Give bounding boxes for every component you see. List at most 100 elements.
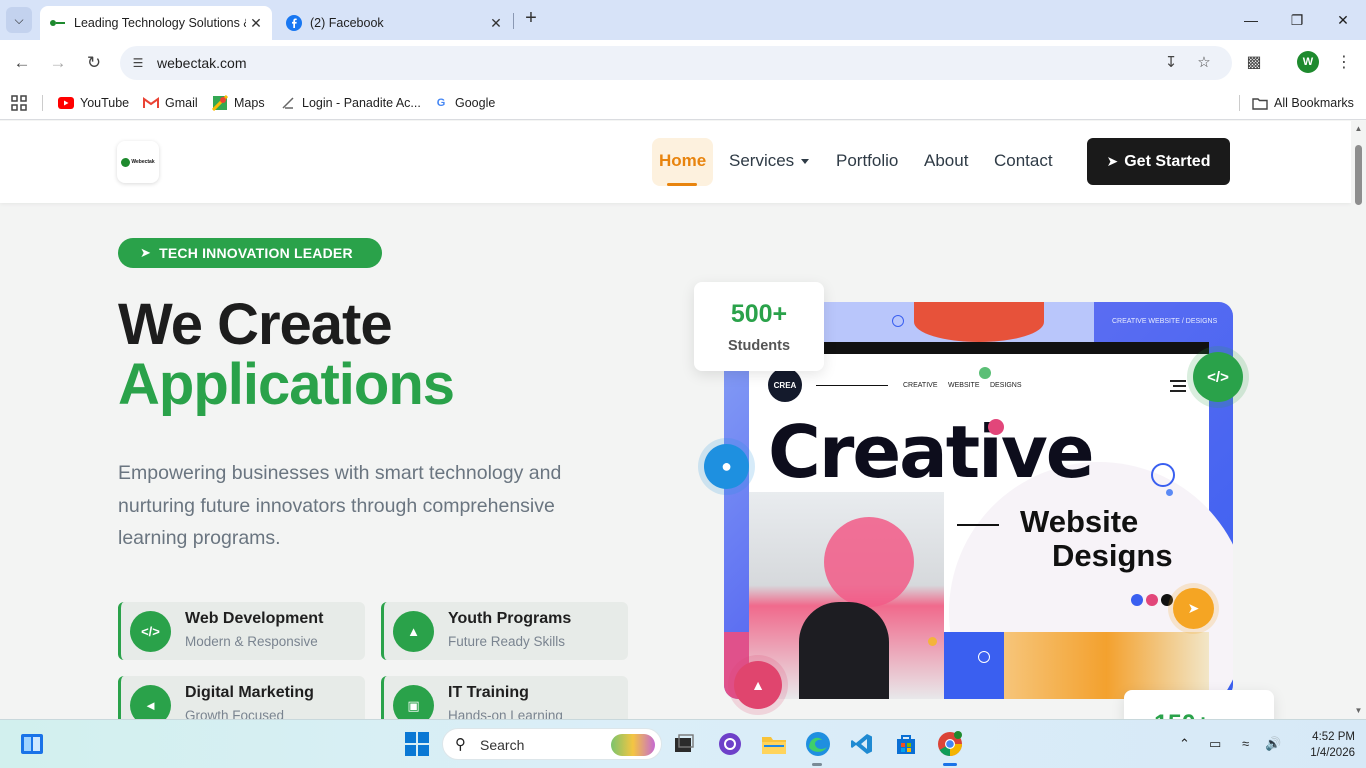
feature-card-youth-programs[interactable]: ▲ Youth Programs Future Ready Skills <box>381 602 628 660</box>
vscode-icon[interactable] <box>847 729 877 759</box>
feature-card-web-development[interactable]: </> Web Development Modern & Responsive <box>118 602 365 660</box>
visual-mini-nav: WEBSITE <box>948 382 980 389</box>
nav-portfolio[interactable]: Portfolio <box>836 151 898 171</box>
minimize-icon[interactable]: — <box>1236 8 1266 32</box>
tab-webectak[interactable]: Leading Technology Solutions & ✕ <box>40 6 272 40</box>
notifications-muted-icon[interactable]: ▭ <box>1209 736 1221 752</box>
webectak-favicon-icon <box>50 15 66 31</box>
nav-about[interactable]: About <box>924 151 968 171</box>
bookmark-label: Google <box>455 96 496 110</box>
bookmark-label: YouTube <box>80 96 130 110</box>
nav-services[interactable]: Services <box>729 151 810 171</box>
rocket-icon: ➤ <box>1106 153 1119 169</box>
back-arrow-icon[interactable]: ← <box>9 50 35 76</box>
extensions-icon[interactable]: ▩ <box>1242 51 1266 75</box>
facebook-icon <box>286 15 302 31</box>
clock-time: 4:52 PM <box>1312 731 1355 743</box>
browser-toolbar: ← → ↻ ☰ webectak.com ↧ ☆ ▩ W ⋮ <box>0 40 1366 86</box>
search-highlight-image <box>611 734 655 756</box>
bookmark-gmail[interactable]: Gmail <box>143 93 198 113</box>
chevron-down-icon: ⌵ <box>14 12 24 27</box>
megaphone-icon: ◄ <box>130 685 171 719</box>
edge-browser-icon[interactable] <box>803 729 833 759</box>
task-view-icon[interactable] <box>669 729 699 759</box>
profile-avatar[interactable]: W <box>1297 51 1319 73</box>
visual-top-tag: CREATIVE WEBSITE / DESIGNS <box>1112 318 1218 325</box>
scroll-down-icon[interactable]: ▼ <box>1354 706 1363 715</box>
apps-grid-icon[interactable] <box>11 93 27 113</box>
file-explorer-icon[interactable] <box>759 729 789 759</box>
taskbar-search-text: Search <box>480 737 525 753</box>
visual-mini-nav: DESIGNS <box>990 382 1022 389</box>
forward-arrow-icon[interactable]: → <box>45 50 71 76</box>
new-tab-button[interactable]: + <box>520 8 542 30</box>
page-scrollbar[interactable]: ▲ ▼ <box>1351 121 1366 719</box>
visual-subline: Website <box>1020 504 1139 539</box>
close-tab-icon[interactable]: ✕ <box>246 15 266 32</box>
caret-down-icon <box>801 159 810 165</box>
hamburger-icon <box>1170 380 1186 392</box>
store-icon[interactable] <box>891 729 921 759</box>
scroll-up-icon[interactable]: ▲ <box>1354 124 1363 133</box>
bookmark-google[interactable]: G Google <box>433 93 496 113</box>
code-icon: </> <box>1193 352 1243 402</box>
nav-contact[interactable]: Contact <box>994 151 1053 171</box>
bookmark-label: Maps <box>234 96 265 110</box>
scroll-thumb[interactable] <box>1355 145 1362 205</box>
start-windows-icon[interactable] <box>402 729 432 759</box>
clock-date: 1/4/2026 <box>1310 747 1355 759</box>
visual-headline: Creative <box>768 410 1095 494</box>
bookmarks-bar: YouTube Gmail Maps Login - Panadite Ac..… <box>0 86 1366 120</box>
logo-text: Webectak <box>131 159 155 165</box>
visual-mini-logo: CREA <box>768 368 802 402</box>
stat-card-students: 500+ Students <box>694 282 824 371</box>
feature-title: Web Development <box>185 610 324 627</box>
menu-kebab-icon[interactable]: ⋮ <box>1332 51 1356 75</box>
url-text[interactable]: webectak.com <box>157 55 246 71</box>
site-logo[interactable]: Webectak <box>117 141 159 183</box>
stat-value: 150+ <box>1154 710 1210 719</box>
close-tab-icon[interactable]: ✕ <box>486 15 506 32</box>
taskbar-search[interactable]: ⚲ Search <box>442 728 662 760</box>
bookmark-maps[interactable]: Maps <box>212 93 265 113</box>
widgets-icon[interactable] <box>17 729 47 759</box>
feature-subtitle: Growth Focused <box>185 708 285 719</box>
site-header: Webectak Home Services Portfolio About C… <box>0 121 1351 203</box>
github-icon[interactable] <box>715 729 745 759</box>
tab-title: Leading Technology Solutions & <box>74 16 246 30</box>
chrome-icon[interactable] <box>935 729 965 759</box>
bookmark-panadite[interactable]: Login - Panadite Ac... <box>280 93 421 113</box>
feature-title: Youth Programs <box>448 610 572 627</box>
get-started-button[interactable]: ➤ Get Started <box>1087 138 1230 185</box>
tray-overflow-chevron-icon[interactable]: ⌃ <box>1179 736 1190 752</box>
all-bookmarks-button[interactable]: All Bookmarks <box>1252 93 1354 113</box>
feature-subtitle: Hands-on Learning <box>448 708 563 719</box>
restore-icon[interactable]: ❐ <box>1282 8 1312 32</box>
address-bar[interactable]: ☰ webectak.com ↧ ☆ <box>120 46 1232 80</box>
graduation-cap-icon: ▲ <box>393 611 434 652</box>
lightbulb-icon: ● <box>704 444 749 489</box>
gmail-icon <box>143 95 159 111</box>
nav-home-label: Home <box>659 151 707 170</box>
stat-label: Students <box>727 338 791 354</box>
volume-icon[interactable]: 🔊 <box>1265 736 1281 752</box>
app-running-indicator <box>943 763 957 766</box>
feature-card-it-training[interactable]: ▣ IT Training Hands-on Learning <box>381 676 628 719</box>
wifi-icon[interactable]: ≈ <box>1242 736 1249 751</box>
close-window-icon[interactable]: ✕ <box>1328 8 1358 32</box>
taskbar: ⚲ Search ⌃ ▭ ≈ 🔊 4:52 PM 1/4/2026 <box>0 719 1366 768</box>
install-app-icon[interactable]: ↧ <box>1161 53 1181 73</box>
bookmark-youtube[interactable]: YouTube <box>58 93 129 113</box>
site-info-icon[interactable]: ☰ <box>128 53 148 73</box>
tab-facebook[interactable]: (2) Facebook ✕ <box>276 6 512 40</box>
feature-card-digital-marketing[interactable]: ◄ Digital Marketing Growth Focused <box>118 676 365 719</box>
reload-icon[interactable]: ↻ <box>81 50 107 76</box>
nav-active-underline <box>667 183 697 186</box>
nav-home[interactable]: Home <box>652 138 713 186</box>
get-started-label: Get Started <box>1124 152 1211 170</box>
tab-search-button[interactable]: ⌵ <box>6 7 32 33</box>
bookmark-star-icon[interactable]: ☆ <box>1194 53 1214 73</box>
tab-divider <box>513 13 514 29</box>
folder-icon <box>1252 95 1268 111</box>
taskbar-clock[interactable]: 4:52 PM 1/4/2026 <box>1293 729 1355 761</box>
